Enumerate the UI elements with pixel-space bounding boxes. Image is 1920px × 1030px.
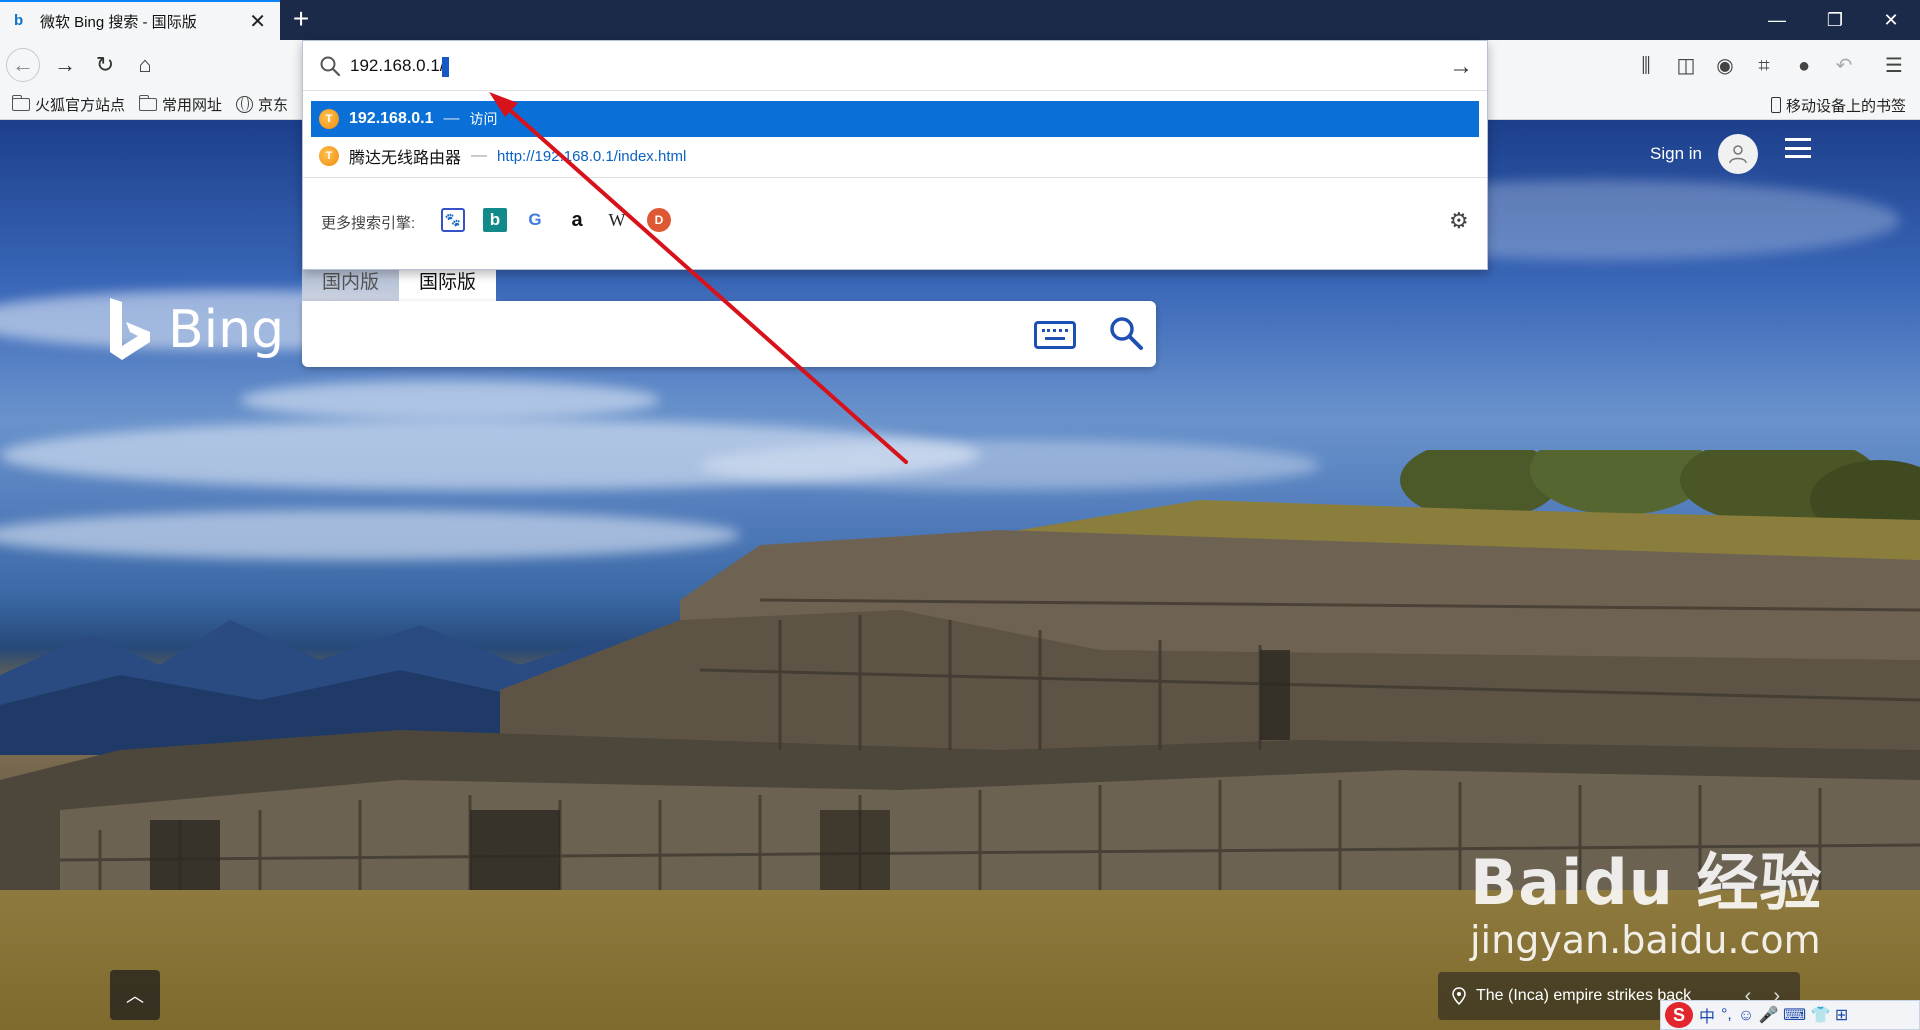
back-button[interactable]: ←: [6, 48, 40, 82]
wikipedia-icon[interactable]: W: [605, 208, 629, 232]
search-icon[interactable]: [1108, 315, 1144, 351]
menu-icon[interactable]: ☰: [1880, 52, 1908, 80]
location-pin-icon: [1452, 987, 1466, 1005]
close-tab-icon[interactable]: ✕: [249, 9, 266, 34]
search-icon: [320, 56, 341, 77]
globe-icon: [236, 96, 254, 113]
address-bar: →: [303, 41, 1487, 91]
baidu-icon[interactable]: 🐾: [441, 208, 465, 232]
phone-icon: [1770, 97, 1781, 113]
bing-search-input[interactable]: [318, 313, 1018, 355]
watermark-main: Baidu 经验: [1470, 846, 1823, 919]
screenshot-icon[interactable]: ⌗: [1750, 52, 1778, 80]
undo-icon[interactable]: ↶: [1830, 52, 1858, 80]
suggestion-title: 192.168.0.1: [349, 110, 434, 127]
bing-search-box: [302, 301, 1156, 367]
folder-icon: [138, 95, 158, 111]
tenda-favicon-icon: T: [319, 109, 339, 129]
tab-title: 微软 Bing 搜索 - 国际版: [40, 13, 197, 31]
ime-toolbar: S 中 °, ☺ 🎤 ⌨ 👕 ⊞: [1660, 1000, 1920, 1030]
suggestion-separator: —: [471, 147, 488, 164]
avatar: [1717, 134, 1758, 174]
go-arrow-icon[interactable]: →: [1449, 53, 1473, 81]
ime-mode-toggle[interactable]: 中: [1699, 1003, 1715, 1027]
chat-icon[interactable]: ●: [1790, 52, 1818, 80]
reload-button[interactable]: ↻: [88, 48, 122, 82]
restore-button[interactable]: ❐: [1806, 0, 1864, 40]
close-window-button[interactable]: ✕: [1862, 0, 1920, 40]
user-icon: [1729, 145, 1747, 164]
url-suggestion-history[interactable]: T 腾达无线路由器 — http://192.168.0.1/index.htm…: [311, 138, 1479, 174]
suggestion-action: 访问: [469, 111, 498, 127]
bing-menu-icon[interactable]: [1785, 138, 1811, 158]
cloud: [240, 380, 660, 420]
duckduckgo-icon[interactable]: D: [647, 208, 671, 232]
bing-b-icon: [110, 298, 150, 360]
bing-icon[interactable]: b: [483, 208, 507, 232]
tab-bing[interactable]: b 微软 Bing 搜索 - 国际版 ✕: [0, 0, 280, 40]
bing-favicon-icon: b: [14, 12, 24, 29]
forward-button[interactable]: →: [48, 48, 82, 82]
google-icon[interactable]: G: [523, 208, 547, 232]
ime-punctuation-toggle[interactable]: °,: [1721, 1006, 1732, 1024]
tab-international[interactable]: 国际版: [399, 265, 497, 301]
title-bar: b 微软 Bing 搜索 - 国际版 ✕ + — ❐ ✕: [0, 0, 1920, 40]
suggestion-title: 腾达无线路由器: [349, 150, 462, 167]
keyboard-icon[interactable]: [1034, 321, 1076, 349]
url-suggestion-visit[interactable]: T 192.168.0.1 — 访问: [311, 101, 1479, 137]
bookmark-label: 京东: [258, 97, 289, 114]
home-button[interactable]: ⌂: [128, 48, 162, 82]
address-bar-dropdown: → T 192.168.0.1 — 访问 T 腾达无线路由器 — http://…: [302, 40, 1488, 270]
new-tab-button[interactable]: +: [286, 5, 316, 35]
sign-in-button[interactable]: Sign in: [1650, 134, 1758, 174]
mobile-bookmarks[interactable]: 移动设备上的书签: [1770, 90, 1906, 120]
suggestion-separator: —: [443, 110, 460, 127]
minimize-button[interactable]: —: [1748, 0, 1806, 40]
text-selection-cursor: [442, 57, 449, 77]
sign-in-label: Sign in: [1650, 144, 1702, 163]
sidebar-icon[interactable]: ◫: [1672, 52, 1700, 80]
scroll-up-button[interactable]: ︿: [110, 970, 160, 1020]
folder-icon: [11, 95, 30, 111]
tab-domestic[interactable]: 国内版: [302, 265, 400, 301]
suggestion-url: http://192.168.0.1/index.html: [497, 147, 687, 165]
bookmark-common-sites[interactable]: 常用网址: [138, 94, 223, 115]
search-settings-gear-icon[interactable]: ⚙: [1449, 208, 1469, 234]
scope-tabs: 国内版 国际版: [302, 265, 497, 301]
watermark-url: jingyan.baidu.com: [1470, 918, 1821, 962]
bing-logo[interactable]: Bing: [108, 296, 284, 364]
bookmark-jd[interactable]: 京东: [236, 94, 288, 115]
library-icon[interactable]: ⫼: [1632, 52, 1660, 80]
tenda-favicon-icon: T: [319, 146, 339, 166]
bookmark-label: 常用网址: [162, 97, 223, 114]
bookmark-firefox-sites[interactable]: 火狐官方站点: [11, 94, 126, 115]
baidu-jingyan-watermark: Baidu 经验 jingyan.baidu.com: [1470, 832, 1822, 962]
engines-label: 更多搜索引擎:: [321, 215, 416, 232]
one-off-search-engines: 更多搜索引擎: 🐾 b G a W D ⚙: [303, 177, 1487, 269]
ime-tools[interactable]: ☺ 🎤 ⌨ 👕 ⊞: [1738, 1005, 1848, 1025]
amazon-icon[interactable]: a: [565, 208, 589, 232]
url-input[interactable]: [350, 51, 1400, 81]
bing-logo-text: Bing: [168, 300, 285, 360]
bookmark-label: 火狐官方站点: [35, 97, 126, 114]
mobile-bookmarks-label: 移动设备上的书签: [1785, 97, 1906, 115]
account-icon[interactable]: ◉: [1711, 52, 1739, 80]
sogou-ime-icon[interactable]: S: [1665, 1002, 1693, 1028]
